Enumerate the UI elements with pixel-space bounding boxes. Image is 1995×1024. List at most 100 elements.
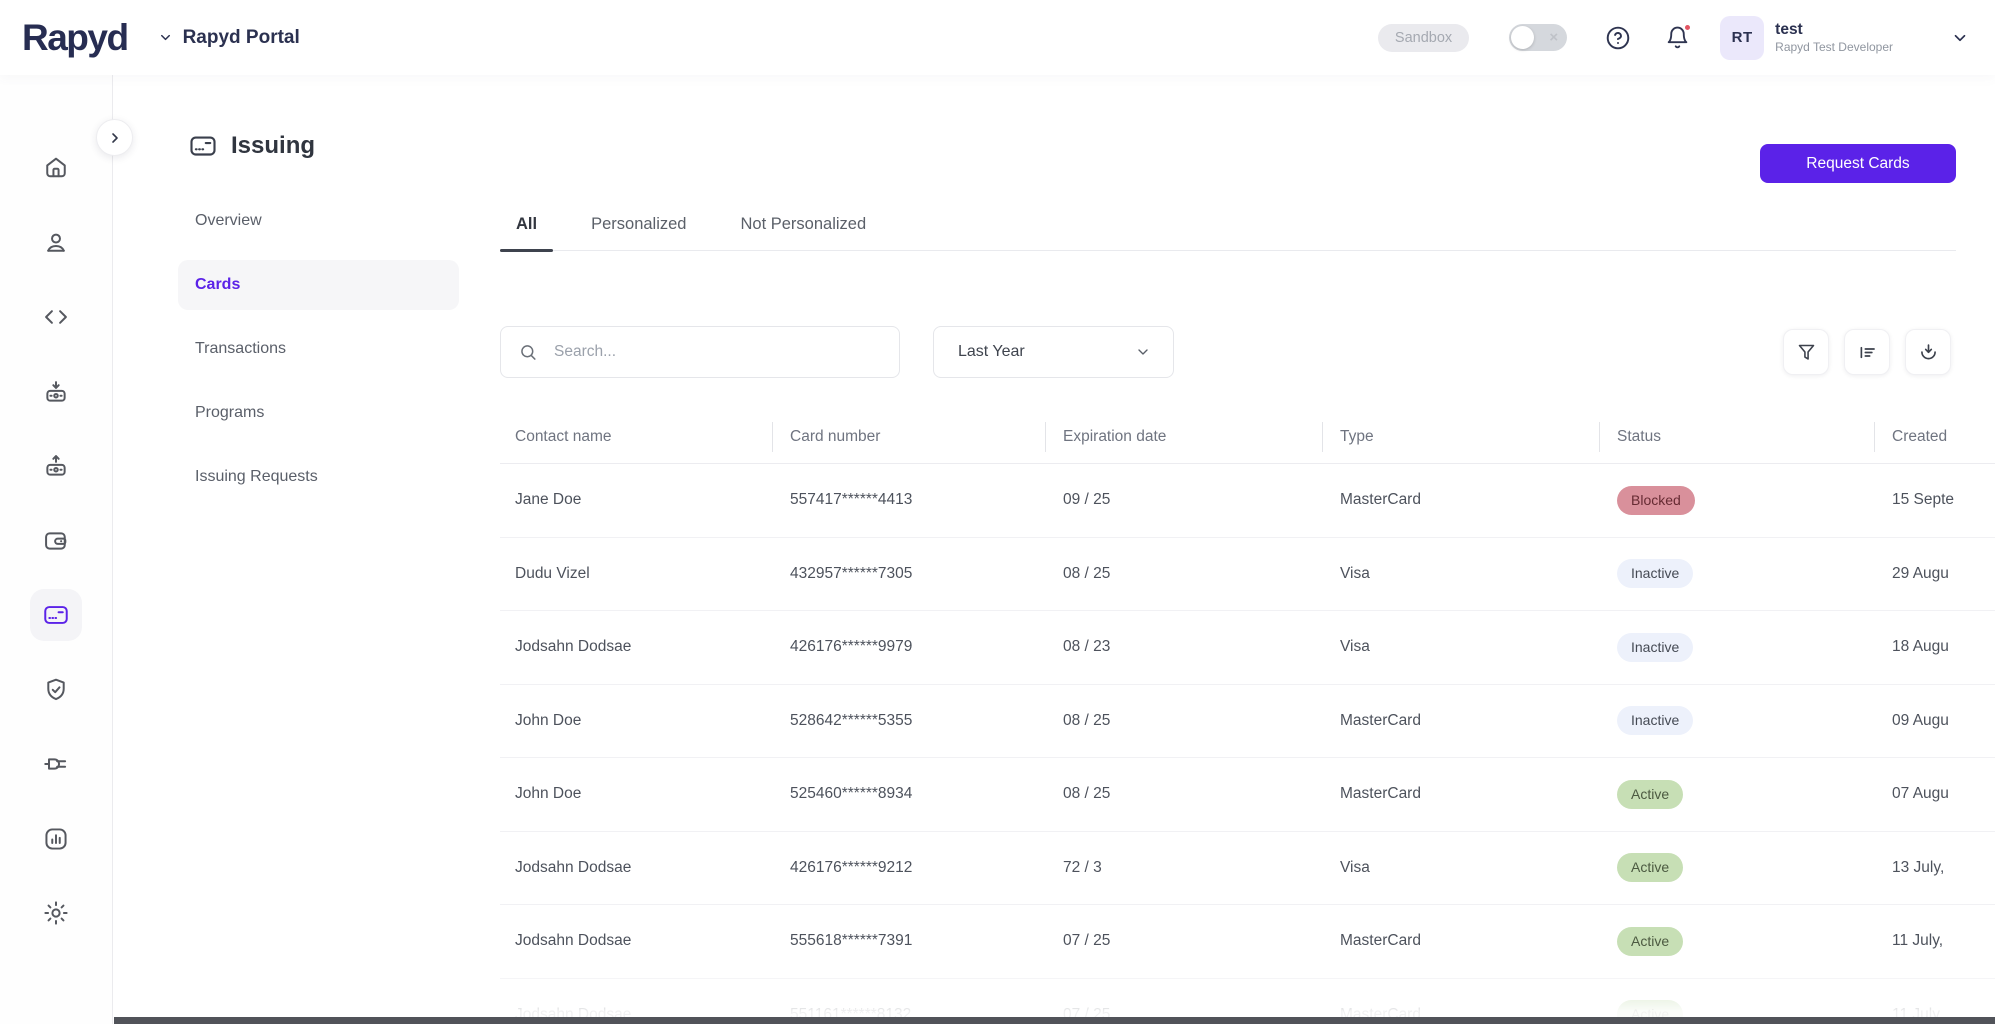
cards-tabs: All Personalized Not Personalized <box>500 215 1956 252</box>
sidebar-item-analytics[interactable] <box>30 802 82 877</box>
user-menu-button[interactable] <box>1951 29 1969 47</box>
environment-badge: Sandbox <box>1377 23 1470 52</box>
customers-icon <box>30 217 82 269</box>
status-badge: Active <box>1617 1000 1684 1017</box>
cell-expiration-date: 08 / 25 <box>1063 785 1111 803</box>
notifications-button[interactable] <box>1665 23 1693 50</box>
cell-expiration-date: 07 / 25 <box>1063 1005 1111 1017</box>
cards-table: Contact name Card number Expiration date Ty… <box>500 410 1995 1017</box>
table-row[interactable]: John Doe 528642******5355 08 / 25 Master… <box>500 685 1995 758</box>
status-badge: Inactive <box>1617 559 1694 589</box>
sort-icon <box>1857 342 1878 363</box>
sidebar-item-integration-plug[interactable] <box>30 727 82 802</box>
wallet-icon <box>30 515 82 567</box>
chevron-down-icon <box>1135 344 1151 360</box>
cell-card-number: 555618******7391 <box>790 932 913 950</box>
cell-status: Active <box>1599 926 1874 956</box>
tab-personalized[interactable]: Personalized <box>575 215 702 250</box>
cell-type: MasterCard <box>1340 785 1421 803</box>
cell-status: Inactive <box>1599 632 1874 662</box>
issuing-subnav: Issuing Overview Cards Transactions Program… <box>113 75 500 1024</box>
page-title-text: Issuing <box>231 132 316 159</box>
sidebar-item-wallet[interactable] <box>30 504 82 579</box>
sidebar-item-card-issuing[interactable] <box>30 578 82 653</box>
cell-card-number: 432957******7305 <box>790 564 913 582</box>
sort-button[interactable] <box>1844 329 1890 375</box>
sidebar-item-home[interactable] <box>30 131 82 206</box>
cell-created: 11 July <box>1892 1005 1940 1017</box>
subnav-item-issuing-requests[interactable]: Issuing Requests <box>178 452 459 502</box>
column-header-card-number: Card number <box>772 410 1045 463</box>
download-button[interactable] <box>1905 329 1951 375</box>
tab-not-personalized[interactable]: Not Personalized <box>724 215 882 250</box>
filter-button[interactable] <box>1783 329 1829 375</box>
status-badge: Active <box>1617 926 1684 956</box>
sidebar-expand-button[interactable] <box>96 119 133 156</box>
cell-expiration-date: 09 / 25 <box>1063 491 1111 509</box>
sidebar-item-pay-out[interactable] <box>30 429 82 504</box>
table-row[interactable]: Jodsahn Dodsae 426176******9212 72 / 3 V… <box>500 832 1995 905</box>
table-row[interactable]: Jodsahn Dodsae 426176******9979 08 / 23 … <box>500 611 1995 685</box>
cell-type: Visa <box>1340 638 1370 656</box>
top-bar-right: Sandbox × RT test Rapyd Test Developer <box>1377 15 1969 60</box>
cell-status: Active <box>1599 1000 1874 1017</box>
table-row[interactable]: John Doe 525460******8934 08 / 25 Master… <box>500 758 1995 832</box>
help-button[interactable] <box>1605 25 1631 51</box>
rapyd-logo: Rapyd <box>22 16 129 58</box>
table-actions <box>1783 329 1951 375</box>
table-row[interactable]: Dudu Vizel 432957******7305 08 / 25 Visa… <box>500 538 1995 611</box>
cell-contact-name: John Doe <box>515 711 582 729</box>
main-content: Request Cards All Personalized Not Persona… <box>500 75 1995 1024</box>
cell-contact-name: Dudu Vizel <box>515 564 590 582</box>
cell-created: 15 Septe <box>1892 491 1955 509</box>
user-meta: test Rapyd Test Developer <box>1775 20 1893 54</box>
tab-label: Personalized <box>591 215 687 233</box>
cell-status: Blocked <box>1599 485 1874 515</box>
cell-expiration-date: 08 / 23 <box>1063 638 1111 656</box>
table-row[interactable]: Jodsahn Dodsae 555618******7391 07 / 25 … <box>500 905 1995 979</box>
tab-label: All <box>516 215 538 233</box>
toggle-knob <box>1511 26 1535 49</box>
subnav-item-transactions[interactable]: Transactions <box>178 324 459 374</box>
pay-out-icon <box>30 440 82 492</box>
cell-card-number: 528642******5355 <box>790 711 913 729</box>
table-row[interactable]: Jodsahn Dodsae 551161******8132 07 / 25 … <box>500 979 1995 1017</box>
request-cards-button[interactable]: Request Cards <box>1760 144 1956 183</box>
user-avatar[interactable]: RT <box>1720 15 1765 60</box>
subnav-item-label: Transactions <box>195 340 286 357</box>
cell-card-number: 525460******8934 <box>790 785 913 803</box>
cell-contact-name: Jodsahn Dodsae <box>515 858 632 876</box>
tab-all[interactable]: All <box>500 215 554 252</box>
help-circle-icon <box>1605 25 1631 51</box>
status-badge: Active <box>1617 779 1684 809</box>
chevron-down-icon <box>158 30 173 45</box>
cell-card-number: 426176******9212 <box>790 858 913 876</box>
table-row[interactable]: Jane Doe 557417******4413 09 / 25 Master… <box>500 464 1995 538</box>
sidebar-item-pay-in[interactable] <box>30 355 82 430</box>
search-input[interactable] <box>538 327 899 377</box>
date-filter-select[interactable]: Last Year <box>933 326 1174 378</box>
subnav-item-label: Overview <box>195 212 262 229</box>
issuing-menu: Overview Cards Transactions Programs Issuing… <box>178 196 459 516</box>
environment-toggle[interactable]: × <box>1509 24 1568 51</box>
cell-status: Active <box>1599 779 1874 809</box>
portal-switcher[interactable]: Rapyd Portal <box>158 27 300 49</box>
funnel-icon <box>1796 342 1817 363</box>
horizontal-scrollbar[interactable] <box>114 1017 1995 1024</box>
cell-created: 29 Augu <box>1892 564 1949 582</box>
cell-created: 13 July, <box>1892 858 1945 876</box>
cell-card-number: 426176******9979 <box>790 638 913 656</box>
subnav-item-label: Issuing Requests <box>195 468 318 485</box>
sidebar-item-shield-check[interactable] <box>30 653 82 728</box>
sidebar-item-settings-gear[interactable] <box>30 876 82 951</box>
cell-created: 07 Augu <box>1892 785 1949 803</box>
cell-expiration-date: 08 / 25 <box>1063 711 1111 729</box>
subnav-item-programs[interactable]: Programs <box>178 388 459 438</box>
chevron-right-icon <box>107 130 123 146</box>
sidebar-item-customers[interactable] <box>30 206 82 281</box>
subnav-item-overview[interactable]: Overview <box>178 196 459 246</box>
sidebar-item-developer-code[interactable] <box>30 280 82 355</box>
subnav-item-cards[interactable]: Cards <box>178 260 459 310</box>
cell-expiration-date: 08 / 25 <box>1063 564 1111 582</box>
cell-expiration-date: 72 / 3 <box>1063 858 1102 876</box>
